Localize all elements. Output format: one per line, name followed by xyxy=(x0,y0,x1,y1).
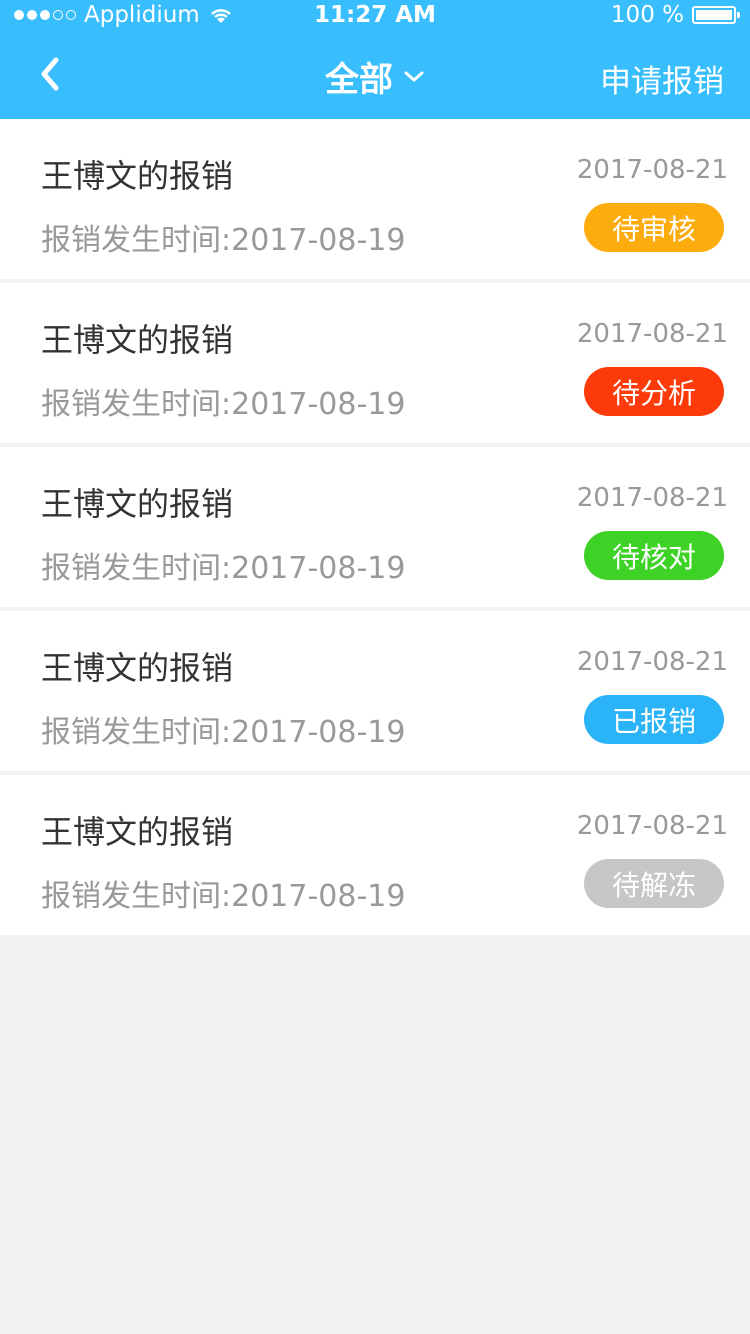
list-item[interactable]: 王博文的报销 2017-08-21 报销发生时间:2017-08-19 已报销 xyxy=(0,611,750,771)
occurrence-label: 报销发生时间: xyxy=(41,879,232,914)
item-occurrence: 报销发生时间:2017-08-19 xyxy=(41,379,405,423)
list-item[interactable]: 王博文的报销 2017-08-21 报销发生时间:2017-08-19 待解冻 xyxy=(0,775,750,935)
occurrence-date: 2017-08-19 xyxy=(231,551,406,586)
battery-icon xyxy=(692,6,740,24)
chevron-down-icon xyxy=(404,71,424,81)
status-badge: 待核对 xyxy=(584,531,724,580)
item-date: 2017-08-21 xyxy=(576,155,728,185)
item-title: 王博文的报销 xyxy=(41,485,234,523)
nav-bar: 全部 申请报销 xyxy=(0,32,750,119)
list-item[interactable]: 王博文的报销 2017-08-21 报销发生时间:2017-08-19 待核对 xyxy=(0,447,750,607)
occurrence-label: 报销发生时间: xyxy=(41,223,232,258)
occurrence-label: 报销发生时间: xyxy=(41,715,232,750)
reimbursement-list: 王博文的报销 2017-08-21 报销发生时间:2017-08-19 待审核 … xyxy=(0,119,750,935)
item-occurrence: 报销发生时间:2017-08-19 xyxy=(41,543,405,587)
status-bar: Applidium 11:27 AM 100 % xyxy=(0,0,750,32)
item-date: 2017-08-21 xyxy=(576,483,728,513)
battery-label: 100 % xyxy=(610,2,684,28)
item-date: 2017-08-21 xyxy=(576,647,728,677)
status-badge: 待解冻 xyxy=(584,859,724,908)
occurrence-date: 2017-08-19 xyxy=(231,715,406,750)
list-item[interactable]: 王博文的报销 2017-08-21 报销发生时间:2017-08-19 待分析 xyxy=(0,283,750,443)
status-badge: 待审核 xyxy=(584,203,724,252)
occurrence-date: 2017-08-19 xyxy=(231,223,406,258)
apply-reimbursement-button[interactable]: 申请报销 xyxy=(600,56,724,101)
item-occurrence: 报销发生时间:2017-08-19 xyxy=(41,871,405,915)
status-badge: 待分析 xyxy=(584,367,724,416)
status-badge: 已报销 xyxy=(584,695,724,744)
occurrence-label: 报销发生时间: xyxy=(41,551,232,586)
header: Applidium 11:27 AM 100 % 全部 申请报销 xyxy=(0,0,750,119)
occurrence-date: 2017-08-19 xyxy=(231,879,406,914)
item-occurrence: 报销发生时间:2017-08-19 xyxy=(41,215,405,259)
occurrence-label: 报销发生时间: xyxy=(41,387,232,422)
item-title: 王博文的报销 xyxy=(41,157,234,195)
item-title: 王博文的报销 xyxy=(41,813,234,851)
item-title: 王博文的报销 xyxy=(41,649,234,687)
item-date: 2017-08-21 xyxy=(576,319,728,349)
page-title: 全部 xyxy=(325,60,393,100)
item-occurrence: 报销发生时间:2017-08-19 xyxy=(41,707,405,751)
status-right: 100 % xyxy=(610,2,740,28)
list-item[interactable]: 王博文的报销 2017-08-21 报销发生时间:2017-08-19 待审核 xyxy=(0,119,750,279)
item-title: 王博文的报销 xyxy=(41,321,234,359)
item-date: 2017-08-21 xyxy=(576,811,728,841)
occurrence-date: 2017-08-19 xyxy=(231,387,406,422)
